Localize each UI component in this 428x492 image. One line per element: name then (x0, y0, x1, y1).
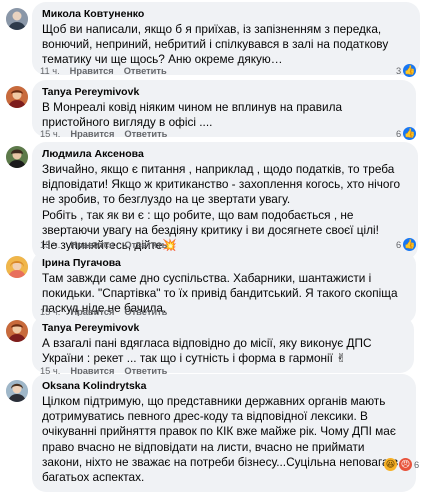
comment-actions: 15 ч. Нравится Ответить (40, 240, 167, 250)
angry-icon: 😠 (399, 458, 412, 471)
comment-text: Щоб ви написали, якщо б я приїхав, із за… (42, 22, 389, 67)
reply-button[interactable]: Ответить (124, 240, 167, 250)
reaction-summary[interactable]: 3 👍 (396, 64, 417, 77)
reaction-summary[interactable]: 6 👍 (396, 238, 417, 251)
comment-bubble: Tanya Pereymivovk А взагалі пані вдяглас… (32, 316, 414, 374)
comment-actions: 15 ч. Нравится Ответить (40, 129, 167, 139)
reaction-summary[interactable]: 6 👍 (396, 127, 417, 140)
comment-bubble: Микола Ковтуненко Щоб ви написали, якщо … (32, 2, 420, 75)
comment-text: Цілком підтримую, що представники держав… (42, 394, 399, 485)
reaction-count: 6 (396, 239, 402, 250)
like-icon: 👍 (403, 127, 417, 140)
comment-bubble: Oksana Kolindrytska Цілком підтримую, що… (32, 374, 416, 492)
like-icon: 👍 (403, 64, 417, 77)
like-button[interactable]: Нравится (70, 240, 114, 250)
avatar[interactable] (6, 86, 28, 108)
comment-author[interactable]: Tanya Pereymivovk (42, 321, 404, 335)
comment-text: А взагалі пані вдягласа відповідно до мі… (42, 336, 372, 366)
like-button[interactable]: Нравится (70, 129, 114, 139)
comment-author[interactable]: Tanya Pereymivovk (42, 85, 406, 99)
reaction-count: 3 (396, 65, 402, 76)
comment-time[interactable]: 11 ч. (40, 66, 60, 76)
avatar[interactable] (6, 320, 28, 342)
comment-text: В Монреалі ковід ніяким чином не вплинув… (42, 100, 343, 130)
comment-time[interactable]: 15 ч. (40, 240, 60, 250)
like-button[interactable]: Нравится (70, 66, 114, 76)
avatar[interactable] (6, 256, 28, 278)
comment-time[interactable]: 15 ч. (40, 129, 60, 139)
avatar[interactable] (6, 8, 28, 30)
reaction-count: 6 (396, 128, 402, 139)
reaction-summary[interactable]: 😆 😠 6 (384, 458, 419, 471)
reaction-count: 6 (414, 459, 420, 470)
avatar[interactable] (6, 146, 28, 168)
reply-button[interactable]: Ответить (124, 129, 167, 139)
comment-author[interactable]: Людмила Аксенова (42, 147, 408, 161)
comment-author[interactable]: Ірина Пугачова (42, 256, 406, 270)
comment-author[interactable]: Микола Ковтуненко (42, 7, 410, 21)
avatar[interactable] (6, 380, 28, 402)
like-icon: 👍 (403, 238, 417, 251)
haha-icon: 😆 (384, 458, 397, 471)
reply-button[interactable]: Ответить (124, 66, 167, 76)
comment-author[interactable]: Oksana Kolindrytska (42, 379, 406, 393)
comment-actions: 11 ч. Нравится Ответить (40, 66, 167, 76)
